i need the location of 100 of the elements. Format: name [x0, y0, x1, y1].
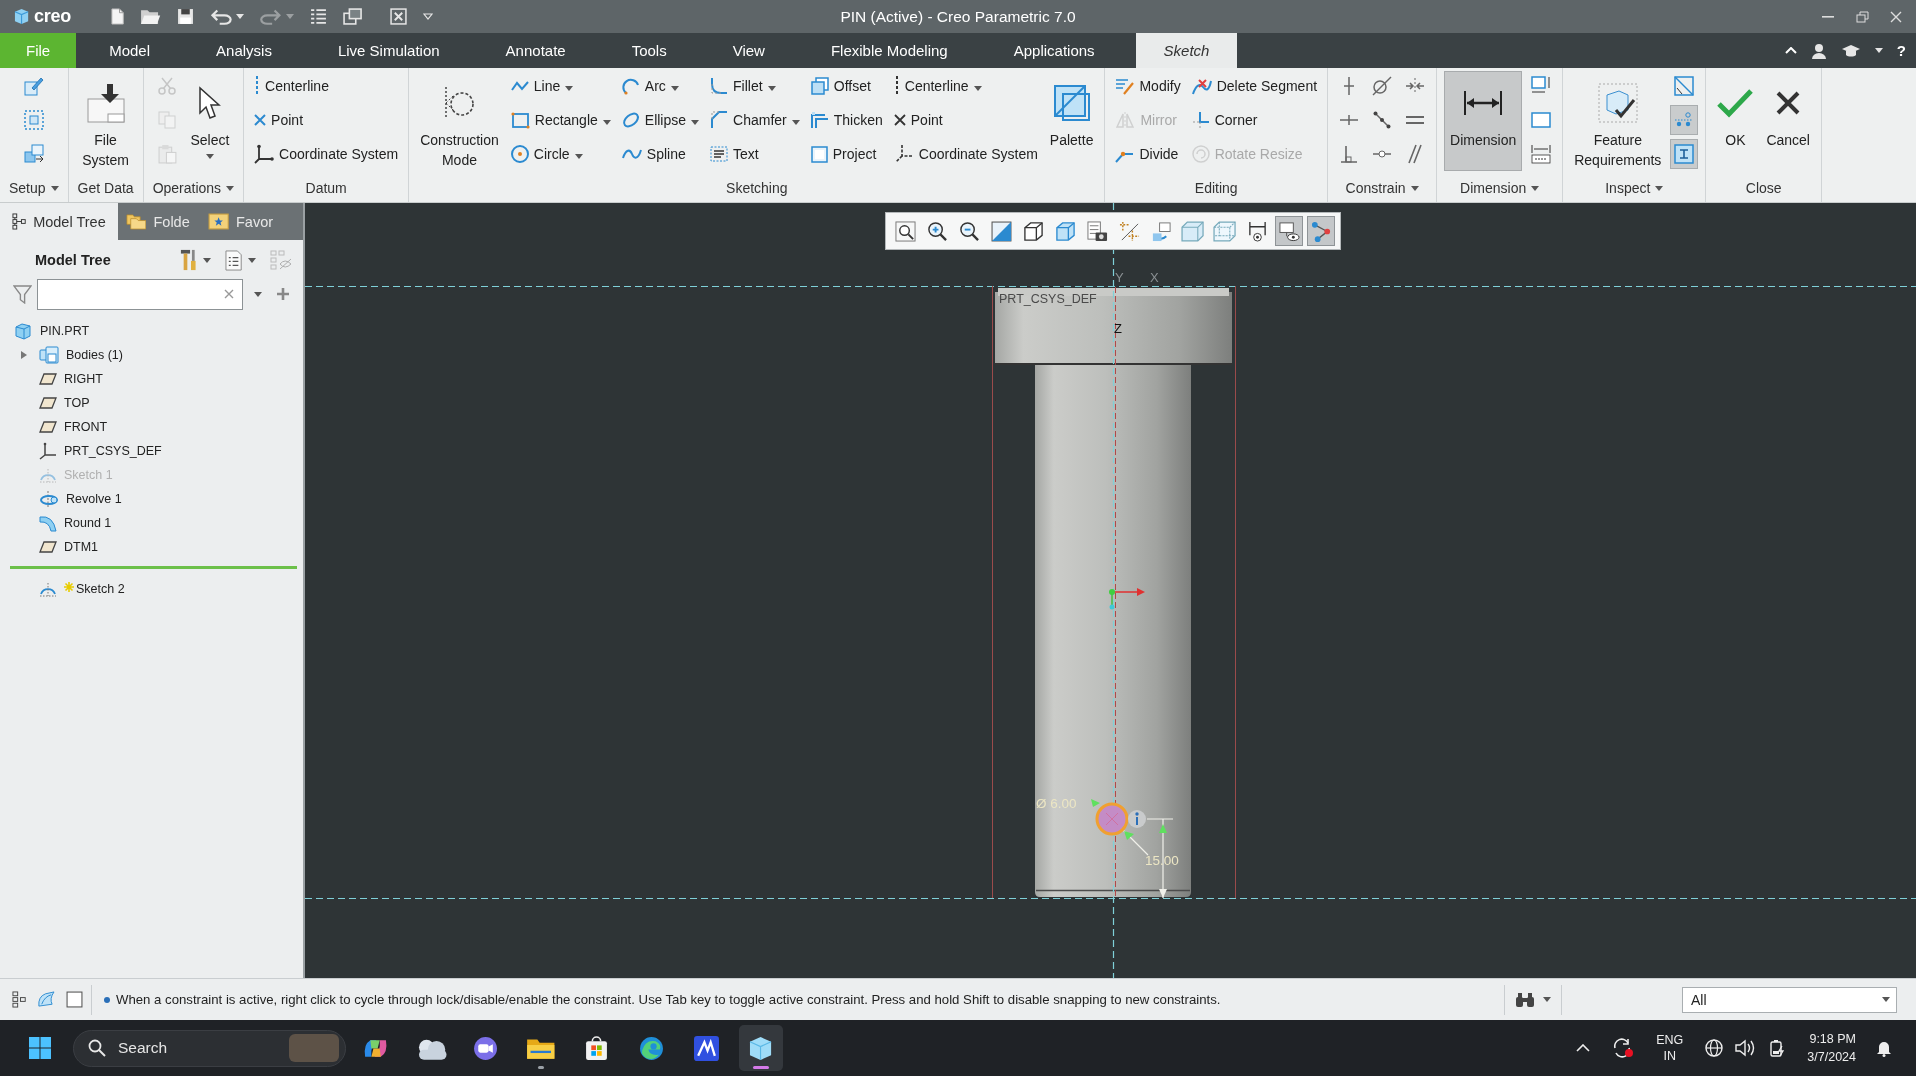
- store-bag-icon: [583, 1035, 609, 1061]
- menu-tab[interactable]: Model: [76, 33, 184, 68]
- status-icon-button[interactable]: [64, 989, 85, 1010]
- menu-tab[interactable]: Tools: [598, 33, 700, 68]
- group-menu-button[interactable]: Inspect: [1603, 174, 1666, 202]
- ribbon-button[interactable]: Point: [251, 105, 402, 135]
- help-button[interactable]: ?: [1894, 39, 1908, 62]
- view-tool-button[interactable]: [1275, 216, 1303, 246]
- binoculars-icon: [1515, 991, 1535, 1008]
- tree-item[interactable]: TOP: [18, 391, 94, 415]
- menu-tab[interactable]: Annotate: [472, 33, 599, 68]
- ribbon-button[interactable]: Coordinate System: [251, 139, 402, 169]
- group-label: Sketching: [725, 179, 789, 198]
- tree-item[interactable]: Round 1: [18, 511, 116, 535]
- minimize-icon: [1822, 15, 1834, 18]
- ribbon-button[interactable]: Corner: [1188, 105, 1321, 135]
- symmetric-icon: [1405, 77, 1426, 95]
- ribbon-button[interactable]: Thicken: [807, 105, 886, 135]
- ribbon-button[interactable]: Circle: [507, 139, 614, 169]
- ribbon-button[interactable]: Arc: [618, 71, 703, 101]
- ribbon-button[interactable]: Coordinate System: [890, 139, 1041, 169]
- shaded-cube-icon: [1054, 220, 1076, 242]
- photo-placeholder: [289, 1034, 339, 1062]
- search-field[interactable]: [37, 278, 243, 310]
- ribbon-button[interactable]: Modify: [1112, 71, 1184, 101]
- axis-label: Z: [1114, 321, 1122, 336]
- ribbon-button[interactable]: Fillet: [707, 71, 803, 101]
- search-box[interactable]: Search: [73, 1029, 346, 1067]
- status-icon-button[interactable]: [35, 989, 58, 1010]
- language-button[interactable]: ENG IN: [1648, 1026, 1692, 1070]
- tree-item[interactable]: PRT_CSYS_DEF: [18, 439, 166, 463]
- ribbon-button[interactable]: Delete Segment: [1188, 71, 1321, 101]
- menu-tab[interactable]: Analysis: [183, 33, 305, 68]
- ribbon-button[interactable]: Construction Mode: [416, 71, 503, 171]
- group-menu-button[interactable]: Operations: [150, 174, 237, 202]
- filter-dropdown[interactable]: All: [1682, 986, 1897, 1013]
- sketch-arc-icon: [39, 581, 57, 597]
- parallel-icon: [1407, 144, 1424, 164]
- ribbon-button[interactable]: Dimension: [1444, 71, 1523, 171]
- tangent-icon: [1372, 76, 1393, 96]
- bodies-icon: [39, 346, 59, 364]
- horizontal-constraint-icon: [1339, 112, 1360, 128]
- ribbon-button[interactable]: Line: [507, 71, 614, 101]
- import-sheet-icon: [85, 83, 126, 123]
- menu-tab[interactable]: Live Simulation: [304, 33, 473, 68]
- taskbar-app-button[interactable]: [739, 1025, 783, 1071]
- search-icon: [88, 1039, 106, 1057]
- ribbon-button[interactable]: Divide: [1112, 139, 1184, 169]
- panel-tab[interactable]: Model Tree: [0, 203, 118, 240]
- tree-item[interactable]: FRONT: [18, 415, 112, 439]
- ribbon-button[interactable]: Feature Requirements: [1570, 71, 1666, 171]
- panel-tab[interactable]: Folde: [117, 203, 200, 240]
- tree-item[interactable]: Sketch 2: [18, 577, 129, 601]
- dropdown-button[interactable]: [251, 291, 265, 297]
- zoom-out-icon: [958, 220, 980, 242]
- ribbon-button[interactable]: Point: [890, 105, 1041, 135]
- tree-item[interactable]: RIGHT: [18, 367, 107, 391]
- plane-icon: [39, 541, 57, 553]
- find-button[interactable]: [1504, 984, 1562, 1015]
- ribbon-button[interactable]: File System: [78, 71, 133, 171]
- ribbon-button[interactable]: OK: [1713, 71, 1758, 171]
- plus-icon: [276, 287, 290, 301]
- ribbon-button[interactable]: Select: [186, 71, 234, 171]
- square-outline-icon: [66, 991, 83, 1008]
- clock-button[interactable]: 9:18 PM 3/7/2024: [1801, 1026, 1862, 1070]
- menu-tab[interactable]: View: [699, 33, 798, 68]
- menu-tab[interactable]: Sketch: [1135, 33, 1238, 68]
- group-menu-button[interactable]: Dimension: [1458, 174, 1542, 202]
- cube-app-icon: [749, 1035, 773, 1061]
- ribbon-button[interactable]: Palette: [1045, 71, 1098, 171]
- tool-button[interactable]: [1670, 139, 1699, 169]
- ribbon-button[interactable]: Ellipse: [618, 105, 703, 135]
- axes-icon: [254, 144, 275, 164]
- ribbon-button[interactable]: Centerline: [890, 71, 1041, 101]
- menu-tab[interactable]: Flexible Modeling: [797, 33, 981, 68]
- caret-icon: [1874, 48, 1883, 53]
- menu-tab[interactable]: Applications: [980, 33, 1128, 68]
- tree-item[interactable]: PIN.PRT: [0, 319, 94, 343]
- panel-tab[interactable]: Favor: [199, 203, 284, 240]
- dashed-square-icon: [23, 110, 44, 130]
- tree-panel-icon: [12, 991, 28, 1008]
- tree-item[interactable]: Revolve 1: [18, 487, 126, 511]
- ribbon-button[interactable]: Chamfer: [707, 105, 803, 135]
- ribbon-button[interactable]: Rectangle: [507, 105, 614, 135]
- ribbon-button[interactable]: Centerline: [251, 71, 402, 101]
- x-point-icon: [254, 114, 267, 126]
- axes-icon: [893, 144, 914, 164]
- ref-dimension-icon: [1531, 144, 1552, 164]
- tree-item[interactable]: DTM1: [18, 535, 103, 559]
- save-icon: [177, 8, 195, 25]
- group-menu-button[interactable]: Constrain: [1343, 174, 1421, 202]
- ribbon-button[interactable]: Project: [807, 139, 886, 169]
- grid-eye-icon: [270, 250, 292, 270]
- ribbon-button[interactable]: Text: [707, 139, 803, 169]
- sketch-arc-icon: [39, 467, 57, 483]
- group-menu-button[interactable]: Setup: [7, 174, 61, 202]
- ribbon-button[interactable]: Cancel: [1762, 71, 1814, 171]
- tree-item[interactable]: Bodies (1): [18, 343, 127, 367]
- ribbon-button[interactable]: Spline: [618, 139, 703, 169]
- ribbon-button[interactable]: Offset: [807, 71, 886, 101]
